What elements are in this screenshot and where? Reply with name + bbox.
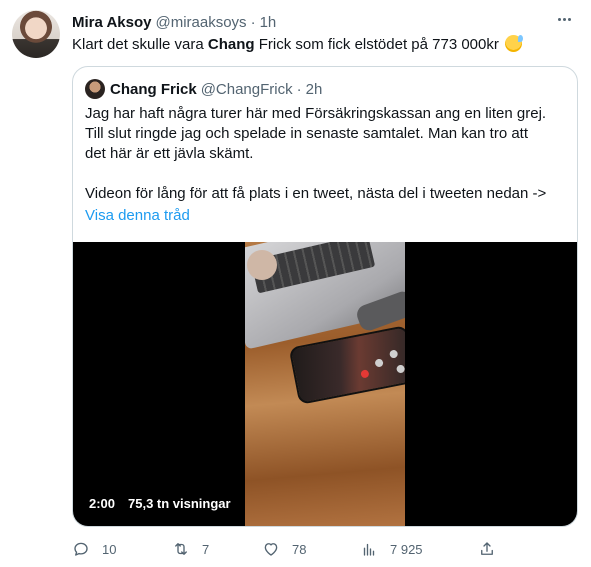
quoted-line: Jag har haft några turer här med Försäkr… — [85, 105, 547, 122]
sweat-smile-emoji-icon — [505, 35, 524, 52]
tweet-time[interactable]: 1h — [260, 14, 277, 31]
more-options-icon[interactable] — [551, 8, 577, 30]
like-button[interactable]: 78 — [262, 538, 306, 560]
video-views: 75,3 tn visningar — [128, 496, 231, 511]
reply-button[interactable]: 10 — [72, 538, 116, 560]
share-icon — [481, 542, 493, 555]
action-bar: 10 7 78 7 925 — [72, 538, 502, 560]
author-handle[interactable]: @miraaksoys — [155, 14, 246, 31]
tweet-text-part2: Frick som fick elstödet på 773 000kr — [254, 36, 504, 53]
retweet-count: 7 — [202, 541, 210, 557]
retweet-icon — [175, 543, 187, 555]
reply-count: 10 — [102, 541, 117, 557]
quoted-line: Till slut ringde jag och spelade in sena… — [85, 125, 529, 142]
video-duration: 2:00 — [89, 496, 116, 511]
quoted-author-name: Chang Frick — [110, 80, 197, 98]
separator-dot: · — [250, 13, 256, 31]
tweet-text-part1: Klart det skulle vara — [72, 36, 208, 53]
quoted-text: Jag har haft några turer här med Försäkr… — [85, 104, 565, 204]
views-count: 7 925 — [390, 541, 423, 557]
hand-image — [247, 250, 277, 280]
quoted-avatar — [85, 79, 105, 99]
tweet-text-bold: Chang — [207, 36, 255, 53]
quoted-header: Chang Frick @ChangFrick · 2h — [110, 79, 322, 99]
like-count: 78 — [292, 541, 307, 557]
author-name[interactable]: Mira Aksoy — [72, 14, 151, 31]
quoted-line: det här är ett jävla skämt. — [85, 145, 254, 162]
show-thread-link[interactable]: Visa denna tråd — [85, 207, 190, 224]
separator-dot: · — [296, 80, 302, 98]
video-frame — [245, 242, 405, 526]
quoted-line: Videon för lång för att få plats i en tw… — [85, 185, 547, 202]
quoted-tweet[interactable]: Chang Frick @ChangFrick · 2h Jag har haf… — [72, 66, 578, 527]
heart-icon — [264, 543, 278, 556]
tweet[interactable]: Mira Aksoy @miraaksoys · 1h Klart det sk… — [0, 0, 591, 567]
tweet-header: Mira Aksoy @miraaksoys · 1h — [72, 12, 575, 32]
retweet-button[interactable]: 7 — [172, 538, 209, 560]
bar-chart-icon — [363, 543, 375, 556]
share-button[interactable] — [478, 538, 508, 560]
tweet-text: Klart det skulle vara Chang Frick som fi… — [72, 35, 575, 55]
views-button[interactable]: 7 925 — [360, 538, 423, 560]
avatar[interactable] — [12, 10, 60, 58]
video-player[interactable]: 2:00 75,3 tn visningar — [73, 242, 577, 526]
quoted-time: 2h — [305, 80, 323, 98]
quoted-author-handle: @ChangFrick — [200, 80, 293, 98]
phone-image — [288, 325, 405, 405]
reply-icon — [74, 542, 88, 556]
